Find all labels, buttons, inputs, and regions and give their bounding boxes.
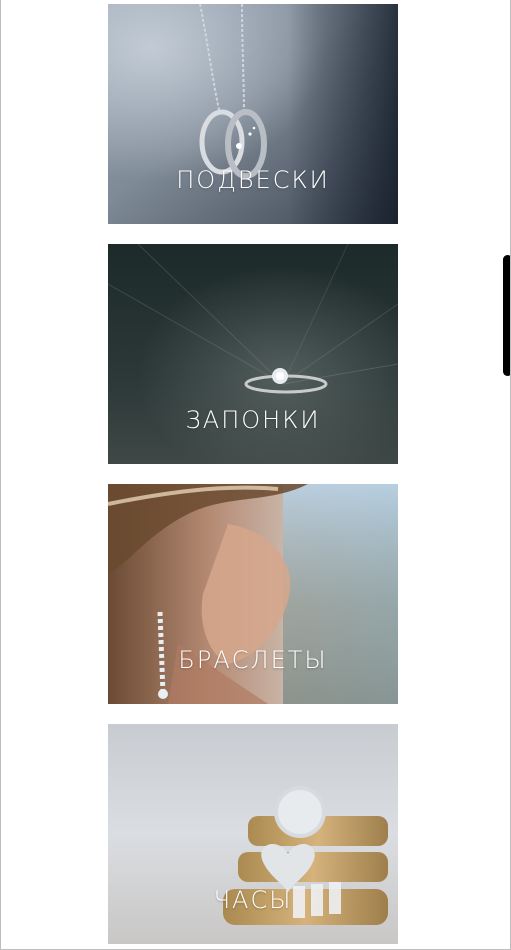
category-tile-watches[interactable]: ЧАСЫ	[108, 724, 398, 944]
category-label: БРАСЛЕТЫ	[178, 646, 328, 674]
scrollbar-thumb[interactable]	[503, 255, 510, 376]
category-label: ПОДВЕСКИ	[176, 166, 330, 194]
category-label: ЗАПОНКИ	[185, 406, 321, 434]
category-tile-cufflinks[interactable]: ЗАПОНКИ	[108, 244, 398, 464]
category-tile-bracelets[interactable]: БРАСЛЕТЫ	[108, 484, 398, 704]
category-page: ПОДВЕСКИ ЗАПОНКИ БРАСЛЕТЫ ЧАСЫ	[0, 0, 511, 950]
category-label: ЧАСЫ	[213, 886, 293, 914]
category-tile-pendants[interactable]: ПОДВЕСКИ	[108, 4, 398, 224]
